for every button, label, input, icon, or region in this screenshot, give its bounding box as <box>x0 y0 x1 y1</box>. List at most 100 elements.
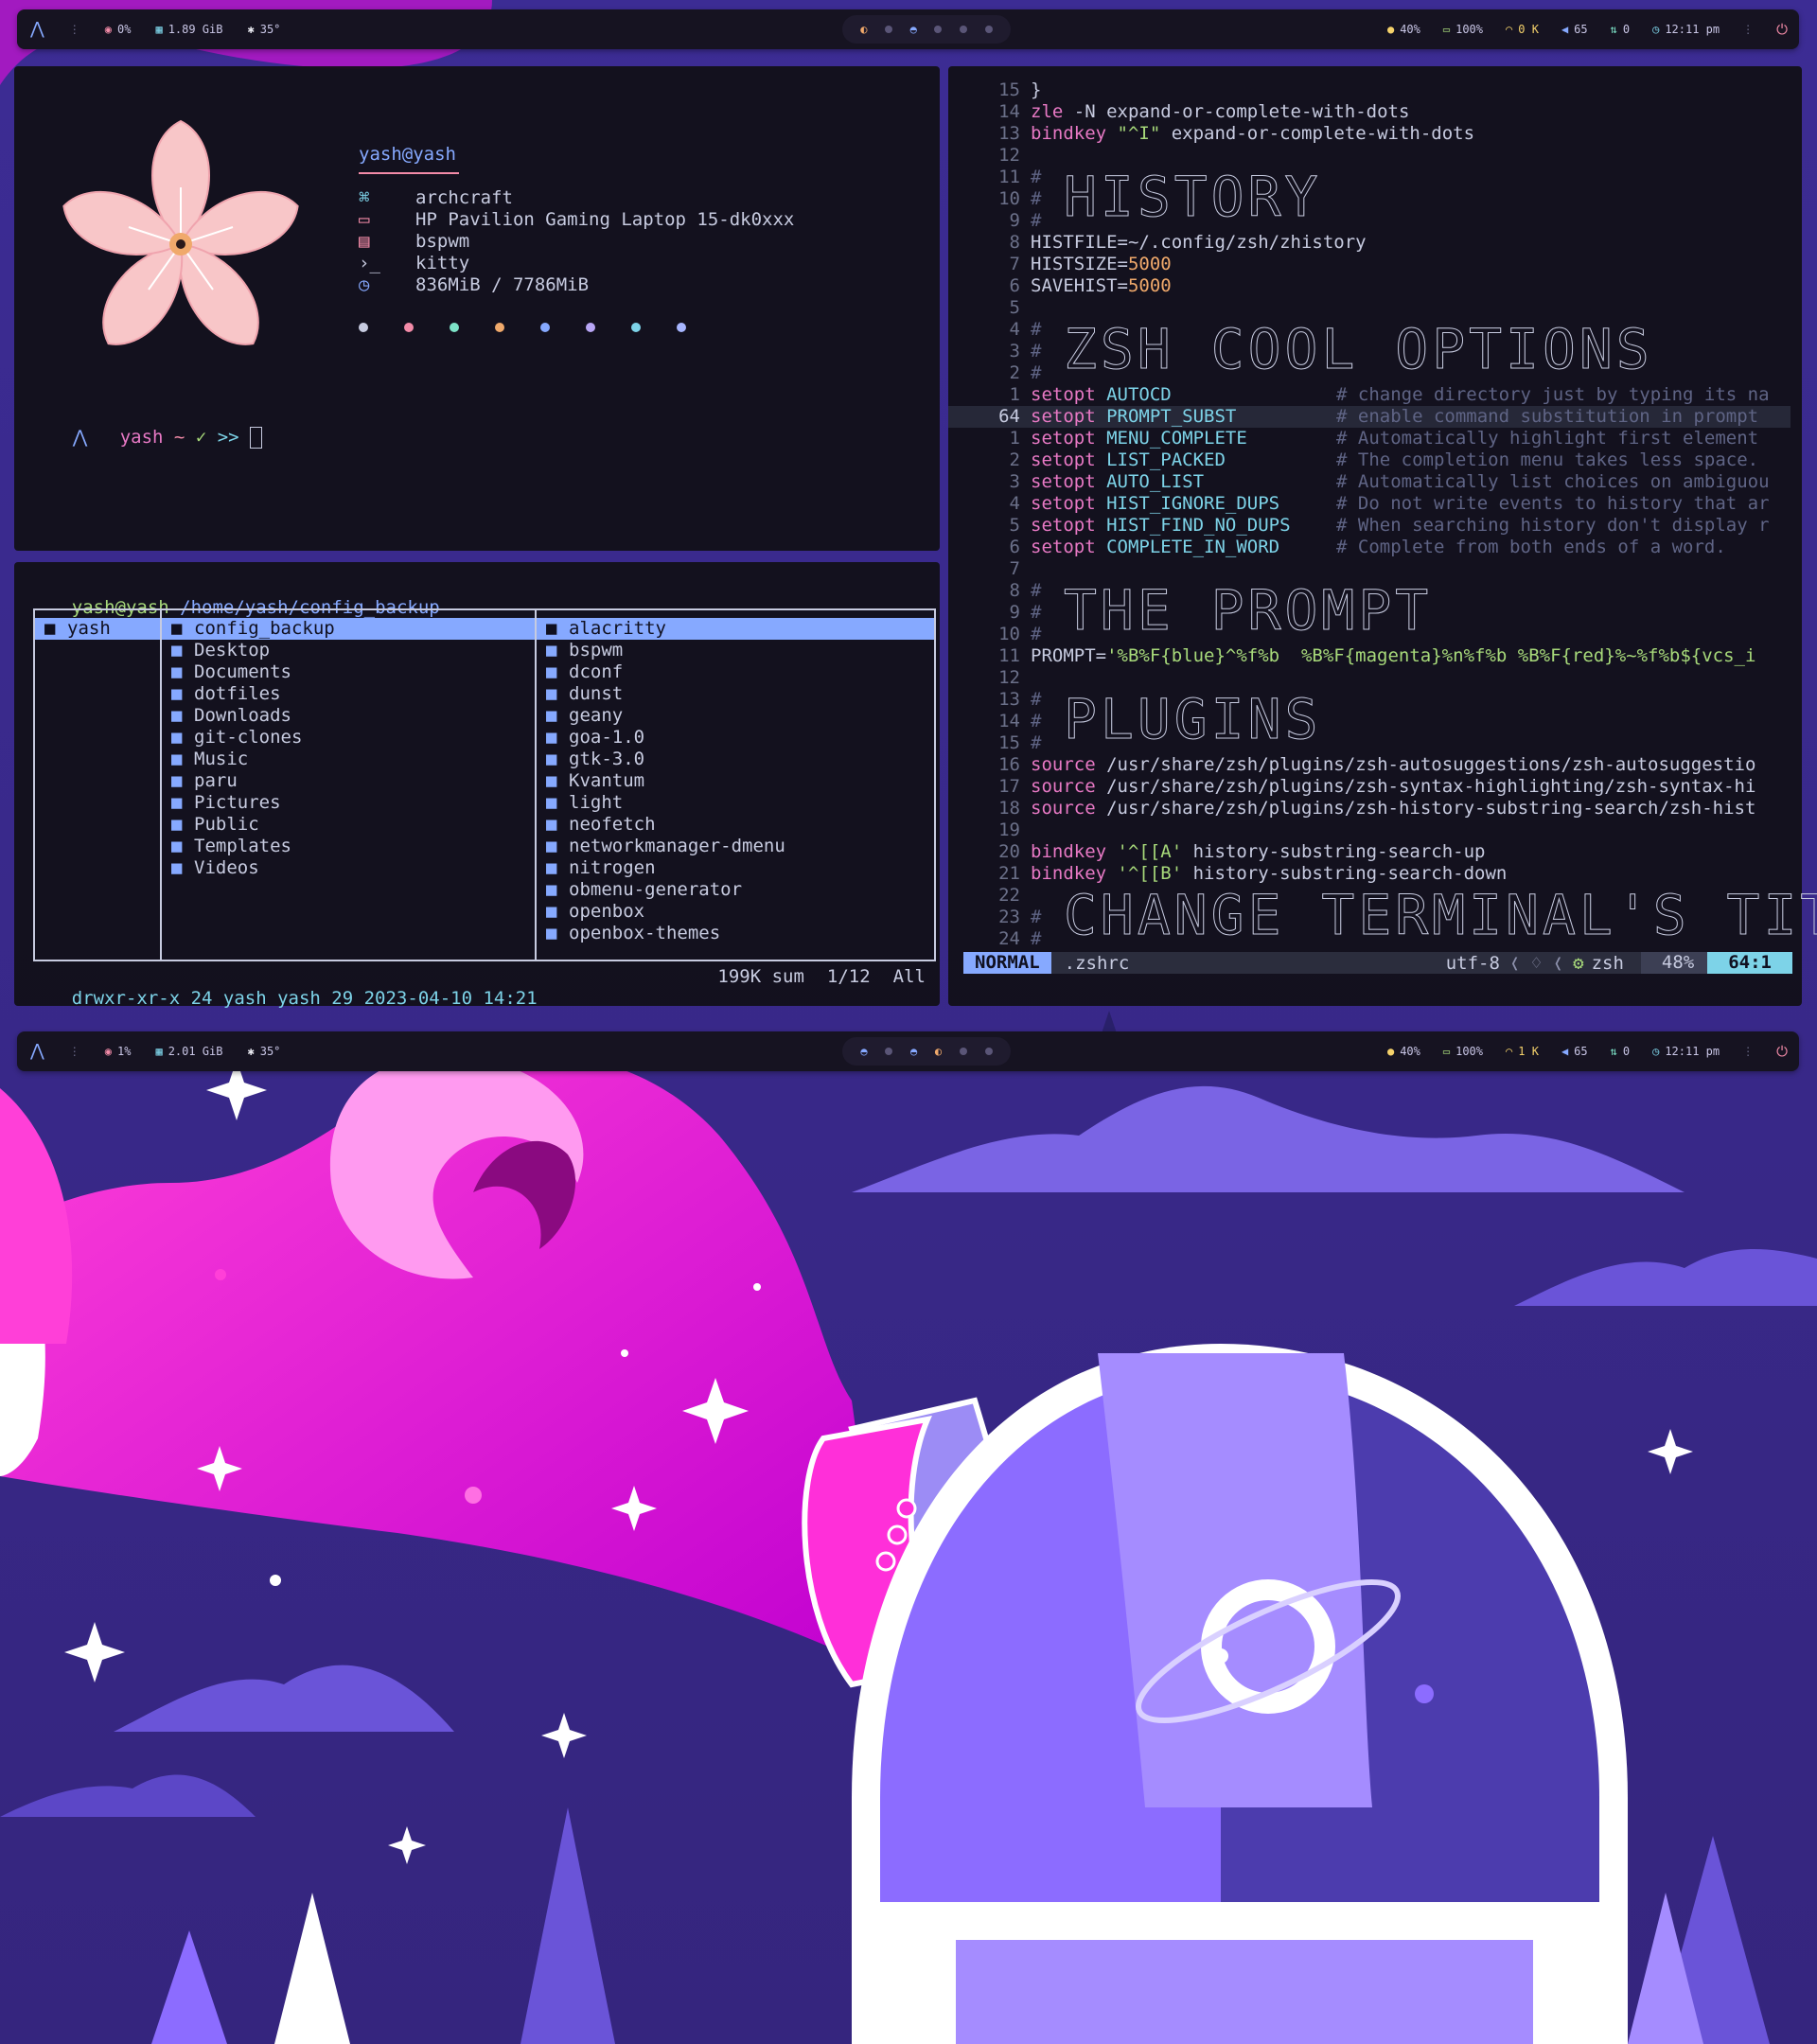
file-entry[interactable]: ■ obmenu-generator <box>537 879 934 901</box>
code-line[interactable]: 7 <box>948 558 1791 580</box>
code-line[interactable]: 9 # <box>948 210 1791 232</box>
file-entry[interactable]: ■ goa-1.0 <box>537 727 934 749</box>
file-entry[interactable]: ■ openbox-themes <box>537 923 934 944</box>
power-icon[interactable]: ⏻ <box>1776 1044 1788 1059</box>
file-entry[interactable]: ■ networkmanager-dmenu <box>537 836 934 857</box>
clock-module[interactable]: ◷ 12:11 pm <box>1652 1045 1720 1058</box>
code-line[interactable]: 24 # <box>948 928 1791 950</box>
code-line[interactable]: 8 HISTFILE=~/.config/zsh/zhistory <box>948 232 1791 254</box>
updates-module[interactable]: ⇅ 0 <box>1611 23 1630 36</box>
archcraft-logo-icon[interactable]: ⋀ <box>30 1043 44 1060</box>
file-entry[interactable]: ■ bspwm <box>537 640 934 661</box>
code-line[interactable]: 19 <box>948 819 1791 841</box>
brightness-module[interactable]: ● 40% <box>1387 1045 1420 1058</box>
code-line[interactable]: 12 <box>948 667 1791 689</box>
code-line[interactable]: 6 setopt COMPLETE_IN_WORD # Complete from … <box>948 537 1791 558</box>
file-entry[interactable]: ■ Public <box>162 814 535 836</box>
file-entry[interactable]: ■ Kvantum <box>537 770 934 792</box>
code-line[interactable]: 11 PROMPT='%B%F{blue}^%f%b %B%F{magenta}%… <box>948 645 1791 667</box>
file-entry[interactable]: ■ alacritty <box>537 618 934 640</box>
cpu-module[interactable]: ◉ 0% <box>105 23 132 36</box>
file-entry[interactable]: ■ openbox <box>537 901 934 923</box>
code-line[interactable]: 14 # PLUGINS <box>948 692 1791 748</box>
battery-module[interactable]: ▭ 100% <box>1443 1045 1483 1058</box>
code-line[interactable]: 5 setopt HIST_FIND_NO_DUPS # When searchin… <box>948 515 1791 537</box>
file-entry[interactable]: ■ nitrogen <box>537 857 934 879</box>
menu-dots-icon[interactable]: ⋮ <box>1742 1046 1754 1057</box>
file-entry[interactable]: ■ Documents <box>162 661 535 683</box>
file-entry[interactable]: ■ Downloads <box>162 705 535 727</box>
code-line[interactable]: 2 setopt LIST_PACKED # The completion menu… <box>948 449 1791 471</box>
code-line[interactable]: 17 source /usr/share/zsh/plugins/zsh-synt… <box>948 776 1791 798</box>
file-entry[interactable]: ■ dconf <box>537 661 934 683</box>
workspace-1-icon[interactable]: ◐ <box>860 23 867 36</box>
workspace-ghost-icon[interactable]: ◓ <box>860 1045 867 1058</box>
power-icon[interactable]: ⏻ <box>1776 22 1788 37</box>
battery-module[interactable]: ▭ 100% <box>1443 23 1483 36</box>
workspace-2-icon[interactable] <box>885 1048 893 1055</box>
code-line[interactable]: 16 source /usr/share/zsh/plugins/zsh-auto… <box>948 754 1791 776</box>
file-entry[interactable]: ■ geany <box>537 705 934 727</box>
code-line[interactable]: 4 setopt HIST_IGNORE_DUPS # Do not write e… <box>948 493 1791 515</box>
file-entry[interactable]: ■ gtk-3.0 <box>537 749 934 770</box>
file-entry[interactable]: ■ Desktop <box>162 640 535 661</box>
ranger-window[interactable]: yash@yash /home/yash/config_backup ■ yash… <box>14 562 940 1009</box>
workspace-5-icon[interactable] <box>960 26 968 33</box>
file-entry[interactable]: ■ git-clones <box>162 727 535 749</box>
updates-module[interactable]: ⇅ 0 <box>1611 1045 1630 1058</box>
menu-dots-icon[interactable]: ⋮ <box>69 24 80 35</box>
code-line[interactable]: 7 HISTSIZE=5000 <box>948 254 1791 275</box>
code-line[interactable]: 3 setopt AUTO_LIST # Automatically list ch… <box>948 471 1791 493</box>
file-entry[interactable]: ■ neofetch <box>537 814 934 836</box>
memory-module[interactable]: ▦ 2.01 GiB <box>155 1045 222 1058</box>
code-line[interactable]: 14 zle -N expand-or-complete-with-dots <box>948 101 1791 123</box>
neovim-window[interactable]: 15} 14 zle -N expand-or-complete-with-dots… <box>948 66 1817 1006</box>
brightness-module[interactable]: ● 40% <box>1387 23 1420 36</box>
code-line[interactable]: 6 SAVEHIST=5000 <box>948 275 1791 297</box>
file-entry[interactable]: ■ dunst <box>537 683 934 705</box>
file-entry[interactable]: ■ Pictures <box>162 792 535 814</box>
code-line[interactable]: 5 <box>948 297 1791 319</box>
workspace-ghost-icon[interactable]: ◓ <box>910 23 917 36</box>
file-entry[interactable]: ■ light <box>537 792 934 814</box>
file-entry[interactable]: ■ dotfiles <box>162 683 535 705</box>
file-entry[interactable]: ■ config_backup <box>162 618 535 640</box>
file-entry[interactable]: ■ Videos <box>162 857 535 879</box>
code-line[interactable]: 18 source /usr/share/zsh/plugins/zsh-hist… <box>948 798 1791 819</box>
network-module[interactable]: ◠ 0 K <box>1506 23 1539 36</box>
volume-module[interactable]: ◀ 65 <box>1561 23 1588 36</box>
temperature-module[interactable]: ✱ 35° <box>247 1045 280 1058</box>
workspace-6-icon[interactable] <box>984 1048 993 1055</box>
workspace-6-icon[interactable] <box>984 26 993 33</box>
editor-buffer[interactable]: 15} 14 zle -N expand-or-complete-with-dots… <box>948 79 1817 950</box>
code-line[interactable]: 10 # HISTORY <box>948 169 1791 225</box>
menu-dots-icon[interactable]: ⋮ <box>1742 24 1754 35</box>
workspace-ghost-icon[interactable]: ◓ <box>910 1045 917 1058</box>
code-line[interactable]: 64 setopt PROMPT_SUBST # enable command su… <box>948 406 1791 428</box>
code-line[interactable]: 12 <box>948 145 1791 167</box>
code-line[interactable]: 3 # ZSH COOL OPTIONS <box>948 322 1791 378</box>
file-entry[interactable]: ■ yash <box>35 618 160 640</box>
menu-dots-icon[interactable]: ⋮ <box>69 1046 80 1057</box>
fetch-terminal-window[interactable]: yash@yash ⌘ archcraft ▭ HP Pavilion Gaming… <box>14 66 940 551</box>
code-line[interactable]: 20 bindkey '^[[A' history-substring-searc… <box>948 841 1791 863</box>
code-line[interactable]: 10 # <box>948 624 1791 645</box>
workspace-active-icon[interactable]: ◐ <box>935 1045 942 1058</box>
code-line[interactable]: 15 # <box>948 732 1791 754</box>
code-line[interactable]: 21 bindkey '^[[B' history-substring-searc… <box>948 863 1791 885</box>
network-module[interactable]: ◠ 1 K <box>1506 1045 1539 1058</box>
file-entry[interactable]: ■ Music <box>162 749 535 770</box>
memory-module[interactable]: ▦ 1.89 GiB <box>155 23 222 36</box>
code-line[interactable]: 15} <box>948 79 1791 101</box>
clock-module[interactable]: ◷ 12:11 pm <box>1652 23 1720 36</box>
temperature-module[interactable]: ✱ 35° <box>247 23 280 36</box>
file-entry[interactable]: ■ Templates <box>162 836 535 857</box>
cpu-module[interactable]: ◉ 1% <box>105 1045 132 1058</box>
workspace-4-icon[interactable] <box>934 26 943 33</box>
code-line[interactable]: 23#CHANGE TERMINAL'S TITLE <box>948 888 1817 943</box>
volume-module[interactable]: ◀ 65 <box>1561 1045 1588 1058</box>
code-line[interactable]: 1 setopt MENU_COMPLETE # Automatically hig… <box>948 428 1791 449</box>
archcraft-logo-icon[interactable]: ⋀ <box>30 21 44 38</box>
workspace-5-icon[interactable] <box>959 1048 967 1055</box>
code-line[interactable]: 2 # <box>948 362 1791 384</box>
